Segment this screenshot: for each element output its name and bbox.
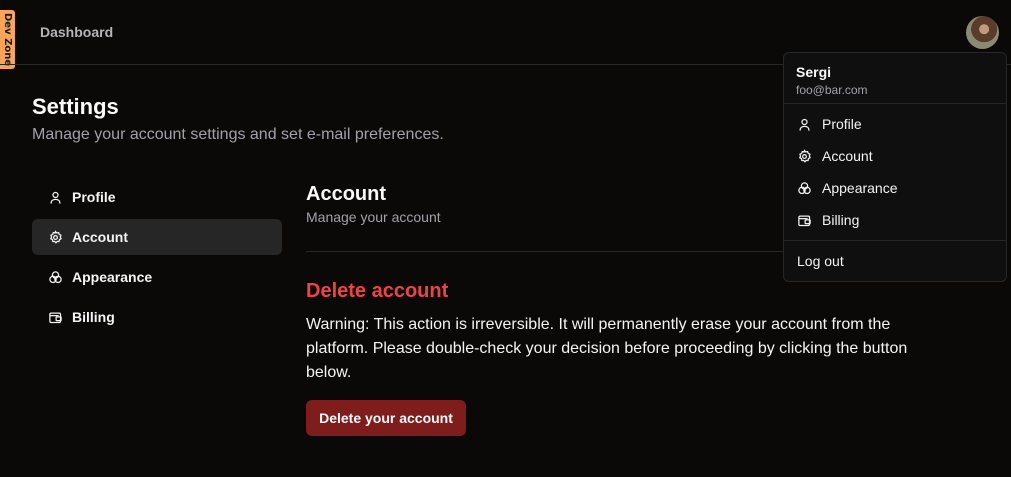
menu-item-profile[interactable]: Profile (788, 108, 1002, 140)
sidebar-item-label: Billing (72, 309, 115, 325)
avatar[interactable] (966, 16, 999, 49)
sidebar-item-label: Account (72, 229, 128, 245)
user-menu-header: Sergi foo@bar.com (784, 53, 1006, 104)
delete-account-button[interactable]: Delete your account (306, 400, 466, 436)
wallet-icon (48, 310, 72, 325)
user-icon (797, 117, 822, 132)
palette-icon (797, 181, 822, 196)
sidebar-item-billing[interactable]: Billing (32, 299, 282, 335)
user-name: Sergi (796, 64, 832, 80)
gear-icon (797, 148, 822, 164)
palette-icon (48, 270, 72, 285)
sidebar-item-profile[interactable]: Profile (32, 179, 282, 215)
user-dropdown-menu: Sergi foo@bar.com Profile Account Appear… (783, 52, 1007, 282)
menu-item-label: Appearance (822, 180, 898, 196)
user-email: foo@bar.com (796, 83, 868, 97)
user-menu-logout-group: Log out (784, 241, 1006, 281)
menu-item-account[interactable]: Account (788, 140, 1002, 172)
page-subtitle: Manage your account settings and set e-m… (32, 126, 444, 143)
page-title: Settings (32, 94, 119, 119)
sidebar-item-label: Appearance (72, 269, 153, 285)
menu-item-logout[interactable]: Log out (788, 245, 1002, 277)
wallet-icon (797, 213, 822, 228)
sidebar-item-label: Profile (72, 189, 116, 205)
sidebar-item-account[interactable]: Account (32, 219, 282, 255)
menu-item-appearance[interactable]: Appearance (788, 172, 1002, 204)
settings-sidebar: Profile Account Appearance Billing (32, 179, 282, 339)
section-subtitle: Manage your account (306, 209, 441, 225)
delete-warning-text: Warning: This action is irreversible. It… (306, 316, 908, 381)
menu-item-label: Account (822, 148, 873, 164)
nav-link-dashboard[interactable]: Dashboard (40, 24, 113, 40)
section-title: Account (306, 183, 386, 205)
user-icon (48, 190, 72, 205)
gear-icon (48, 229, 72, 245)
sidebar-item-appearance[interactable]: Appearance (32, 259, 282, 295)
delete-account-heading: Delete account (306, 280, 449, 302)
menu-item-label: Profile (822, 116, 862, 132)
menu-item-label: Billing (822, 212, 860, 228)
menu-item-billing[interactable]: Billing (788, 204, 1002, 236)
user-menu-group: Profile Account Appearance Billing (784, 104, 1006, 241)
